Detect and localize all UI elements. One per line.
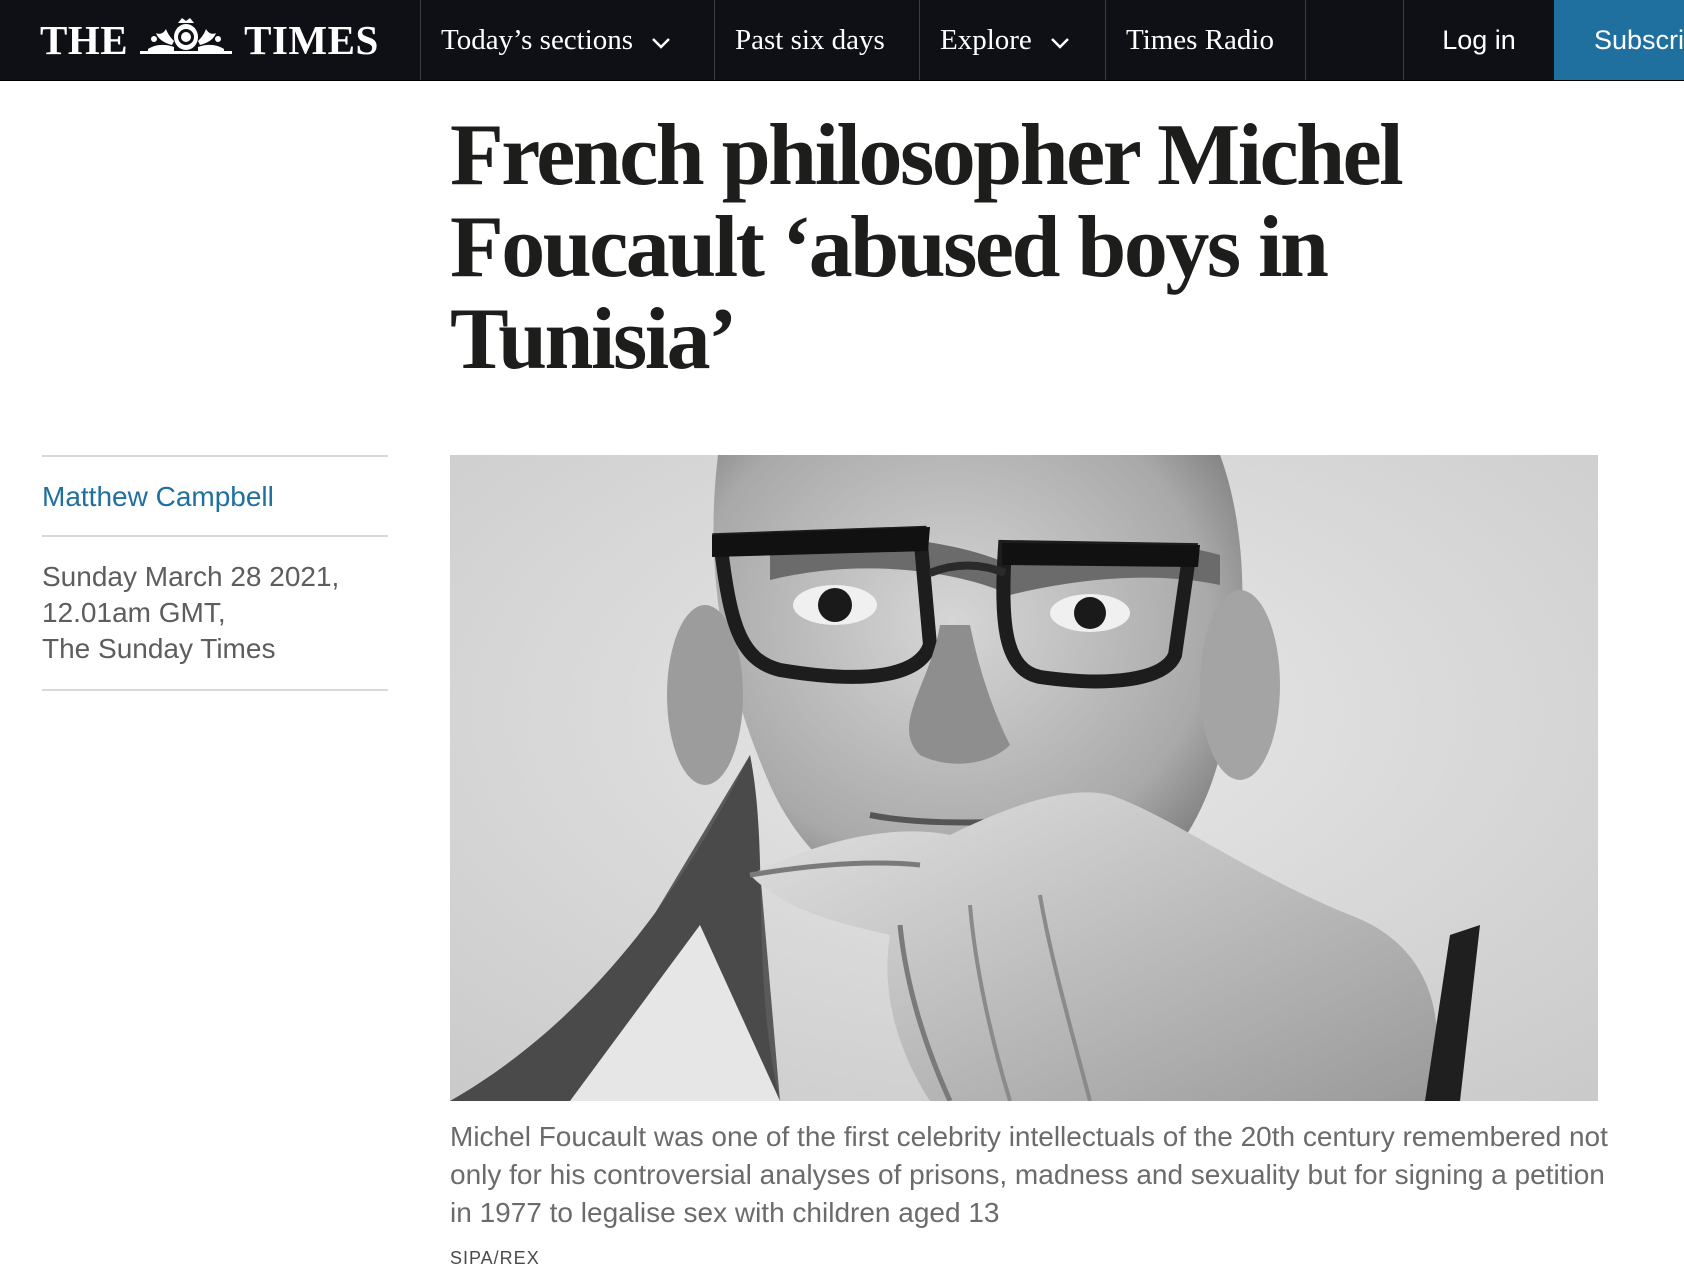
- nav-times-radio-label: Times Radio: [1126, 23, 1274, 56]
- nav-explore[interactable]: Explore: [919, 0, 1105, 80]
- nav-times-radio[interactable]: Times Radio: [1105, 0, 1305, 80]
- nav-past-six-days-label: Past six days: [735, 23, 885, 56]
- publish-time: 12.01am GMT,: [42, 597, 226, 628]
- article-headline: French philosopher Michel Foucault ‘abus…: [450, 107, 1404, 388]
- publication-name: The Sunday Times: [42, 633, 276, 664]
- article-byline: Matthew Campbell Sunday March 28 2021, 1…: [42, 455, 388, 691]
- nav-explore-label: Explore: [940, 23, 1032, 56]
- times-logo[interactable]: THE TIMES: [0, 0, 420, 80]
- article-lead-image: [450, 455, 1598, 1101]
- portrait-photo: [450, 455, 1598, 1101]
- subscribe-label: Subscribe: [1594, 24, 1684, 55]
- logo-text-times: TIMES: [244, 17, 379, 63]
- chevron-down-icon: [1050, 24, 1070, 57]
- nav-past-six-days[interactable]: Past six days: [714, 0, 919, 80]
- login-label: Log in: [1442, 24, 1516, 55]
- logo-text-the: THE: [40, 17, 129, 63]
- publish-date: Sunday March 28 2021,: [42, 561, 340, 592]
- top-navigation-bar: THE TIMES Today’s sections Past six days…: [0, 0, 1684, 81]
- nav-todays-sections-label: Today’s sections: [441, 23, 634, 56]
- subscribe-button[interactable]: Subscribe: [1554, 0, 1684, 80]
- publication-meta: Sunday March 28 2021, 12.01am GMT, The S…: [42, 537, 388, 689]
- chevron-down-icon: [651, 24, 671, 57]
- nav-divider: [1305, 0, 1403, 80]
- login-button[interactable]: Log in: [1403, 0, 1554, 80]
- divider: [42, 689, 388, 691]
- nav-todays-sections[interactable]: Today’s sections: [420, 0, 714, 80]
- image-caption: Michel Foucault was one of the first cel…: [450, 1121, 1608, 1228]
- image-credit: SIPA/REX: [450, 1248, 540, 1268]
- royal-crest-icon: [134, 15, 238, 65]
- author-link[interactable]: Matthew Campbell: [42, 457, 388, 535]
